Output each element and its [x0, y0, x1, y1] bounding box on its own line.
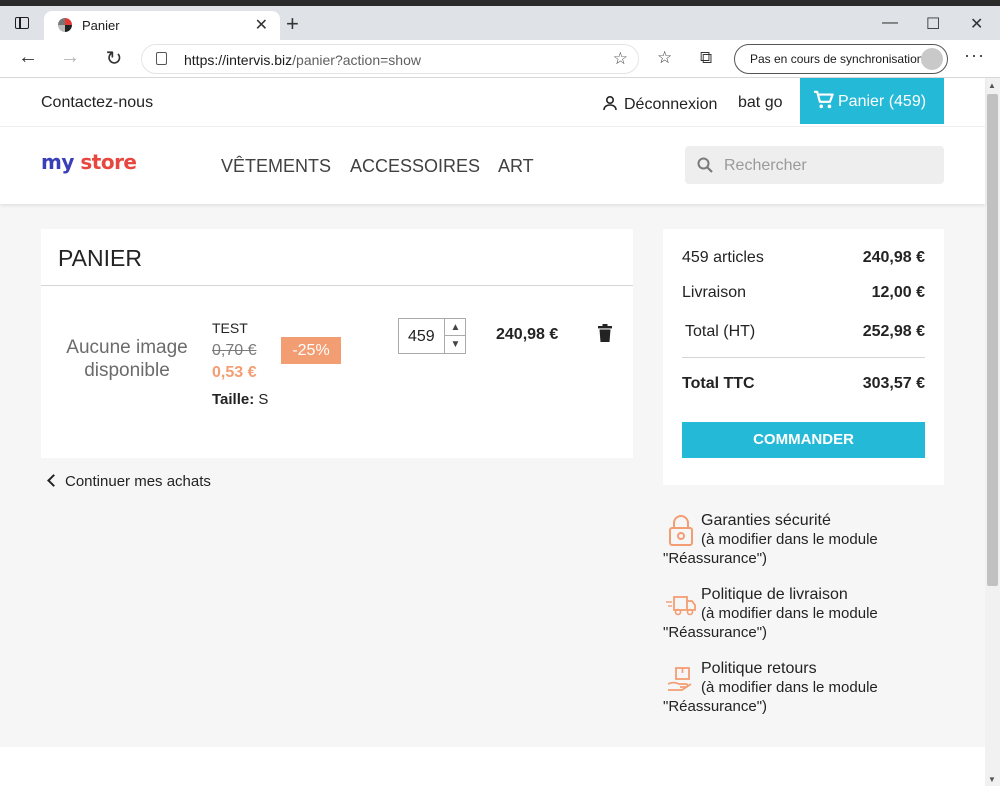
- product-size: Taille: S: [212, 391, 268, 408]
- quantity-decrease-icon[interactable]: ▼: [444, 336, 466, 353]
- favorites-icon[interactable]: ☆: [657, 48, 672, 68]
- regular-price: 0,70 €: [212, 342, 257, 359]
- logout-label: Déconnexion: [624, 96, 718, 113]
- reassurance-shipping-title: Politique de livraison: [701, 586, 848, 603]
- sync-profile-button[interactable]: Pas en cours de synchronisation: [734, 44, 948, 74]
- summary-shipping-value: 12,00 €: [871, 284, 925, 301]
- size-label: Taille:: [212, 391, 255, 408]
- store-logo[interactable]: my store: [41, 150, 137, 174]
- summary-divider: [682, 357, 925, 358]
- scrollbar[interactable]: ▲ ▼: [985, 78, 1000, 786]
- reassurance-returns-line2: (à modifier dans le module: [701, 679, 878, 696]
- product-image-placeholder[interactable]: Aucune image disponible: [63, 336, 191, 382]
- logo-my: my: [41, 150, 74, 174]
- product-name-link[interactable]: TEST: [212, 320, 248, 336]
- reassurance-returns-title: Politique retours: [701, 660, 817, 677]
- summary-total-value: 303,57 €: [862, 375, 925, 392]
- menu-accessoires[interactable]: ACCESSOIRES: [350, 156, 480, 177]
- continue-shopping-link[interactable]: Continuer mes achats: [47, 473, 211, 490]
- quantity-stepper[interactable]: 459 ▲ ▼: [398, 318, 466, 354]
- scroll-up-icon[interactable]: ▲: [988, 81, 996, 90]
- cart-card: PANIER Aucune image disponible TEST 0,70…: [41, 229, 633, 458]
- summary-articles-label: 459 articles: [682, 249, 764, 266]
- reassurance-shipping-line3: "Réassurance"): [663, 624, 768, 641]
- quantity-input[interactable]: 459: [408, 328, 435, 346]
- page-footer: [0, 747, 985, 786]
- reassurance-security-line3: "Réassurance"): [663, 550, 768, 567]
- collections-icon[interactable]: ⧉: [700, 48, 712, 68]
- back-icon[interactable]: ←: [15, 46, 41, 69]
- browser-tab[interactable]: Panier ✕: [44, 11, 280, 40]
- quantity-increase-icon[interactable]: ▲: [444, 319, 466, 336]
- trash-icon[interactable]: [598, 324, 612, 342]
- logout-link[interactable]: Déconnexion: [602, 93, 717, 114]
- truck-icon: [666, 596, 696, 616]
- new-tab-button[interactable]: +: [286, 13, 299, 35]
- lock-icon: [669, 515, 693, 546]
- shopping-cart-icon: [814, 90, 834, 109]
- size-value: S: [258, 391, 269, 408]
- logo-store: store: [80, 150, 137, 174]
- summary-subtotal-label: Total (HT): [685, 323, 756, 340]
- browser-toolbar: ← → ↻ https://intervis.biz/panier?action…: [0, 40, 1000, 78]
- url-text: https://intervis.biz/panier?action=show: [184, 52, 421, 68]
- sync-label: Pas en cours de synchronisation: [750, 52, 924, 66]
- scroll-down-icon[interactable]: ▼: [988, 775, 996, 784]
- page-title: PANIER: [58, 245, 142, 271]
- more-menu-icon[interactable]: ···: [964, 45, 985, 66]
- summary-shipping-label: Livraison: [682, 284, 747, 301]
- reassurance-security-title: Garanties sécurité: [701, 512, 831, 529]
- checkout-button[interactable]: COMMANDER: [682, 422, 925, 458]
- forward-icon[interactable]: →: [57, 46, 83, 69]
- scrollbar-thumb[interactable]: [987, 94, 998, 586]
- summary-total-label: Total TTC: [682, 375, 755, 392]
- user-icon: [603, 95, 617, 111]
- header-divider: [0, 126, 985, 127]
- close-window-button[interactable]: ✕: [970, 14, 983, 34]
- tab-title: Panier: [82, 18, 120, 33]
- discounted-price: 0,53 €: [212, 364, 257, 381]
- favorite-star-icon[interactable]: ☆: [613, 49, 628, 69]
- return-box-icon: [667, 667, 692, 691]
- continue-shopping-label: Continuer mes achats: [65, 473, 211, 490]
- chevron-left-icon: [47, 474, 60, 487]
- search-icon: [697, 157, 713, 173]
- minimize-button[interactable]: —: [882, 14, 898, 32]
- reassurance-security-line2: (à modifier dans le module: [701, 531, 878, 548]
- cart-divider: [41, 285, 633, 286]
- search-placeholder: Rechercher: [724, 157, 807, 174]
- search-input[interactable]: Rechercher: [685, 146, 944, 184]
- favicon-icon: [58, 18, 72, 32]
- maximize-button[interactable]: ☐: [926, 14, 940, 34]
- contact-link[interactable]: Contactez-nous: [41, 94, 153, 112]
- reassurance-shipping-line2: (à modifier dans le module: [701, 605, 878, 622]
- tab-close-icon[interactable]: ✕: [255, 15, 268, 35]
- reload-icon[interactable]: ↻: [101, 46, 127, 71]
- site-header: Contactez-nous Déconnexion bat go Panier…: [0, 78, 985, 204]
- summary-articles-value: 240,98 €: [862, 249, 925, 266]
- menu-vetements[interactable]: VÊTEMENTS: [221, 156, 331, 177]
- menu-art[interactable]: ART: [498, 156, 534, 177]
- account-name-link[interactable]: bat go: [738, 94, 782, 112]
- cart-label: Panier (459): [838, 93, 927, 110]
- summary-subtotal-value: 252,98 €: [862, 323, 925, 340]
- line-total: 240,98 €: [496, 326, 559, 343]
- reassurance-returns-line3: "Réassurance"): [663, 698, 768, 715]
- lock-icon[interactable]: [156, 52, 167, 65]
- address-bar[interactable]: https://intervis.biz/panier?action=show …: [141, 44, 639, 74]
- tab-actions-icon[interactable]: [15, 17, 29, 29]
- avatar: [921, 48, 943, 70]
- cart-button[interactable]: Panier (459): [800, 78, 944, 124]
- tab-strip: Panier ✕ + — ☐ ✕: [0, 6, 1000, 40]
- discount-badge: -25%: [281, 337, 341, 364]
- cart-summary: 459 articles 240,98 € Livraison 12,00 € …: [663, 229, 944, 485]
